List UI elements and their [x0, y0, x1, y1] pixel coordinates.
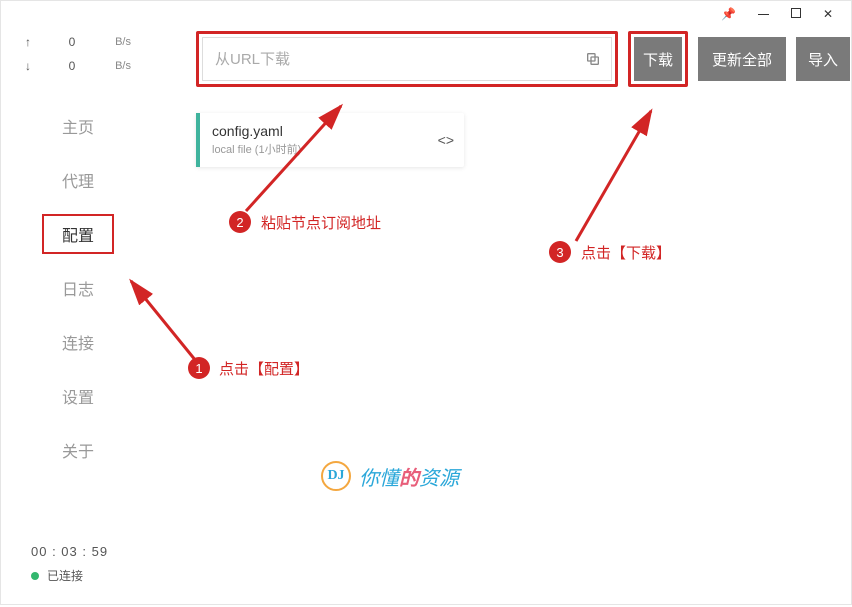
- import-button[interactable]: 导入: [796, 37, 850, 81]
- download-button[interactable]: 下载: [634, 37, 682, 81]
- nav-connections[interactable]: 连接: [1, 315, 155, 369]
- nav-log[interactable]: 日志: [1, 261, 155, 315]
- logo-icon: DJ: [321, 461, 351, 491]
- status-area: 00 : 03 : 59 已连接: [1, 544, 155, 604]
- window-titlebar: 📌 ✕: [721, 1, 851, 27]
- status-dot-icon: [31, 572, 39, 580]
- traffic-down-unit: B/s: [107, 60, 131, 72]
- nav-home[interactable]: 主页: [1, 99, 155, 153]
- card-subtitle: local file (1小时前): [212, 141, 416, 157]
- nav-settings-label: 设置: [62, 384, 94, 408]
- main-area: 下载 更新全部 导入 config.yaml local file (1小时前)…: [156, 1, 851, 604]
- traffic-up-value: 0: [62, 35, 82, 49]
- copy-icon[interactable]: [575, 51, 611, 67]
- config-card[interactable]: config.yaml local file (1小时前) <>: [196, 113, 464, 167]
- nav-config-label: 配置: [42, 214, 114, 254]
- arrow-down-icon: ↓: [25, 59, 37, 73]
- card-title: config.yaml: [212, 123, 416, 139]
- nav-settings[interactable]: 设置: [1, 369, 155, 423]
- watermark-logo: DJ 你懂的资源: [321, 461, 459, 491]
- url-input[interactable]: [203, 51, 575, 68]
- url-box: [202, 37, 612, 81]
- maximize-button[interactable]: [791, 7, 801, 21]
- pin-icon[interactable]: 📌: [721, 7, 736, 21]
- nav-proxy-label: 代理: [62, 168, 94, 192]
- traffic-up: ↑ 0 B/s: [25, 35, 131, 49]
- url-highlight-frame: [196, 31, 618, 87]
- status-text: 已连接: [47, 567, 83, 584]
- nav-home-label: 主页: [62, 114, 94, 138]
- traffic-down: ↓ 0 B/s: [25, 59, 131, 73]
- traffic-up-unit: B/s: [107, 36, 131, 48]
- close-button[interactable]: ✕: [823, 7, 833, 21]
- card-edit-icon[interactable]: <>: [428, 132, 464, 148]
- card-body: config.yaml local file (1小时前): [200, 123, 428, 157]
- nav-connections-label: 连接: [62, 330, 94, 354]
- connection-timer: 00 : 03 : 59: [31, 544, 155, 559]
- sidebar: ↑ 0 B/s ↓ 0 B/s 主页 代理 配置 日志 连接 设置 关于 00 …: [1, 1, 156, 604]
- nav-log-label: 日志: [62, 276, 94, 300]
- download-highlight-frame: 下载: [628, 31, 688, 87]
- nav-about[interactable]: 关于: [1, 423, 155, 477]
- nav-config[interactable]: 配置: [1, 207, 155, 261]
- update-all-button[interactable]: 更新全部: [698, 37, 786, 81]
- nav-proxy[interactable]: 代理: [1, 153, 155, 207]
- top-action-row: 下载 更新全部 导入: [196, 31, 831, 87]
- traffic-down-value: 0: [62, 59, 82, 73]
- traffic-stats: ↑ 0 B/s ↓ 0 B/s: [1, 35, 155, 99]
- nav: 主页 代理 配置 日志 连接 设置 关于: [1, 99, 155, 477]
- nav-about-label: 关于: [62, 438, 94, 462]
- arrow-up-icon: ↑: [25, 35, 37, 49]
- minimize-button[interactable]: [758, 7, 769, 21]
- logo-text: 你懂的资源: [359, 462, 459, 491]
